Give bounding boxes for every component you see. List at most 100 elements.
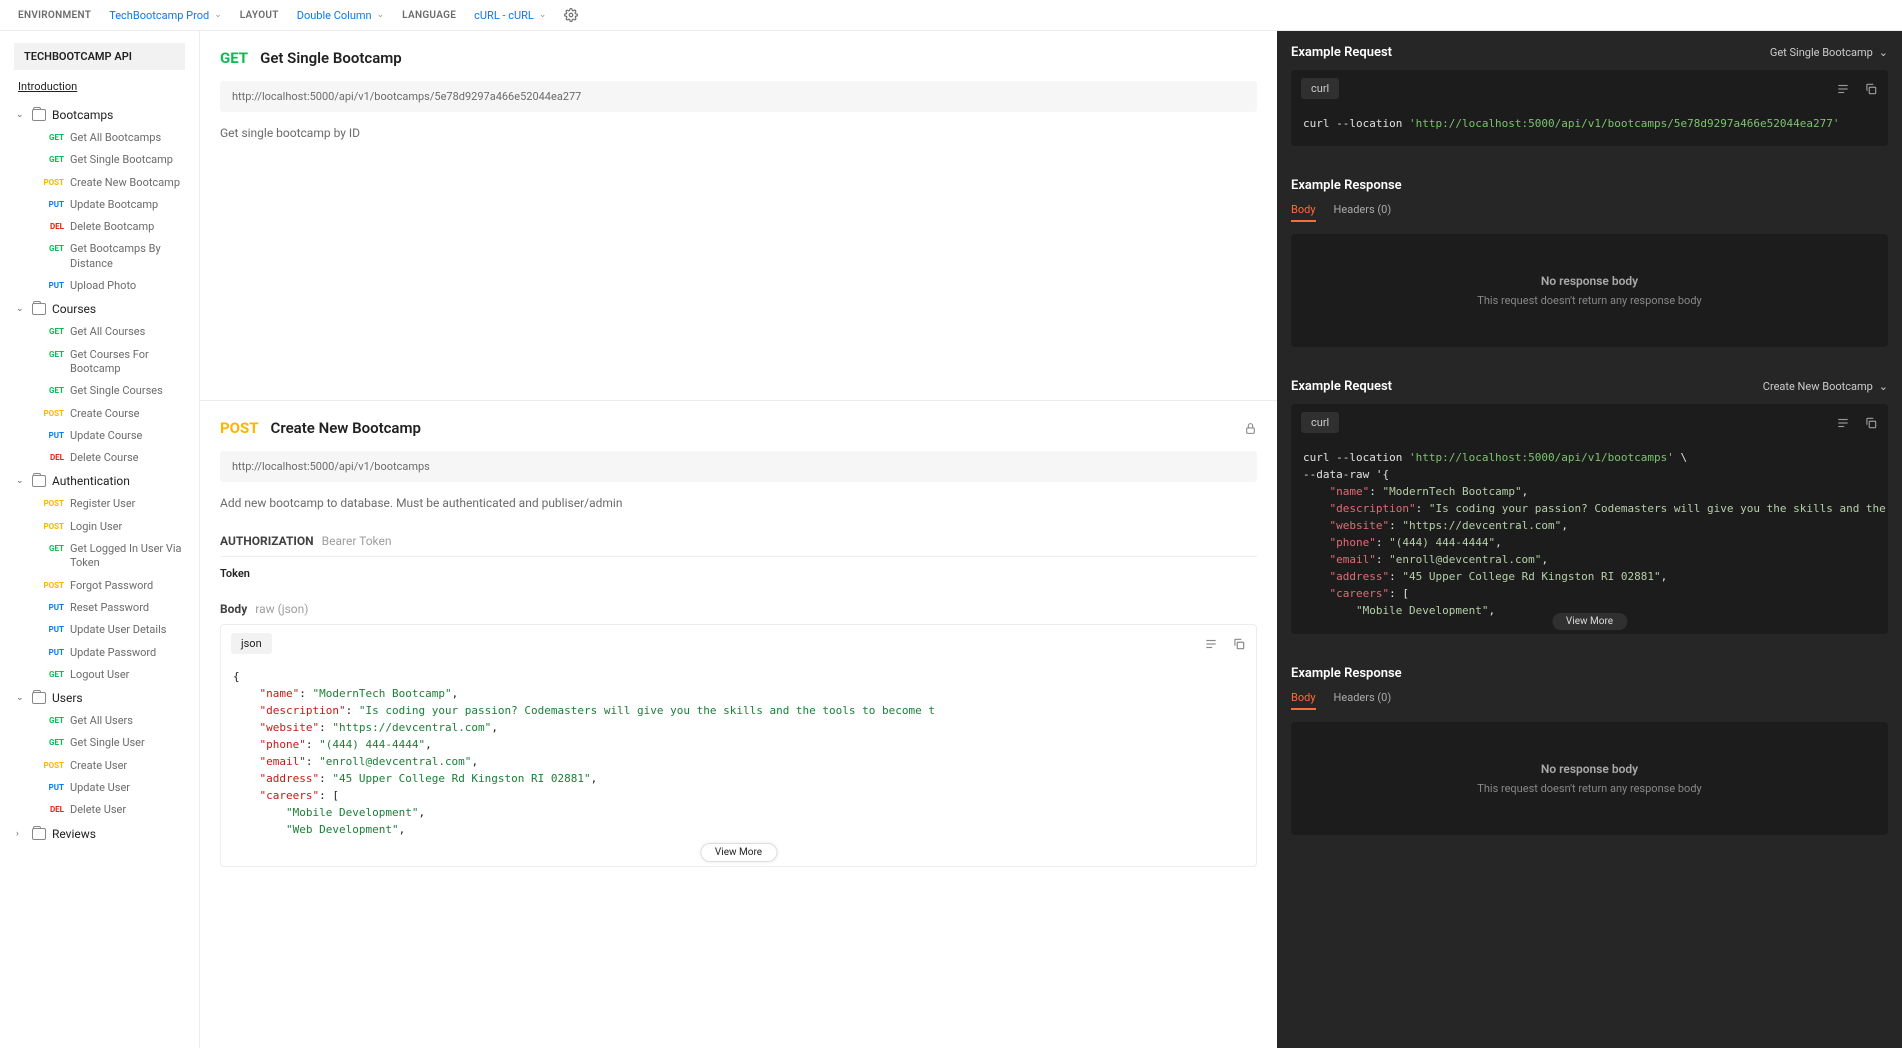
code-box: curl curl --location 'http://localhost:5…: [1291, 404, 1888, 633]
request-update-bootcamp[interactable]: PUTUpdate Bootcamp: [0, 194, 199, 216]
example-request-2: Example Request Create New Bootcamp ⌄ cu…: [1277, 365, 1902, 651]
view-more-button[interactable]: View More: [700, 843, 777, 862]
copy-icon[interactable]: [1232, 637, 1246, 651]
request-name: Update User: [70, 781, 130, 795]
wrap-icon[interactable]: [1836, 82, 1850, 96]
introduction-link[interactable]: Introduction: [18, 80, 181, 93]
request-delete-bootcamp[interactable]: DELDelete Bootcamp: [0, 216, 199, 238]
request-name: Update Course: [70, 429, 142, 443]
body-tab[interactable]: Body: [1291, 203, 1316, 222]
method-badge: POST: [38, 759, 64, 770]
example-selector[interactable]: Get Single Bootcamp ⌄: [1770, 46, 1888, 59]
folder-label: Bootcamps: [52, 108, 113, 122]
request-get-all-courses[interactable]: GETGet All Courses: [0, 321, 199, 343]
folder-icon: [32, 109, 46, 121]
request-get-bootcamps-by-distance[interactable]: GET Get Bootcamps By Distance: [0, 238, 199, 275]
wrap-icon[interactable]: [1836, 416, 1850, 430]
method-badge: POST: [38, 407, 64, 418]
method-badge: POST: [38, 497, 64, 508]
example-request-label: Example Request: [1291, 45, 1392, 60]
copy-icon[interactable]: [1864, 416, 1878, 430]
request-reset-password[interactable]: PUTReset Password: [0, 597, 199, 619]
chevron-down-icon: ⌄: [1879, 46, 1888, 59]
json-code: { "name": "ModernTech Bootcamp", "descri…: [221, 662, 1256, 866]
request-name: Get Single Courses: [70, 384, 163, 398]
chevron-icon: ⌄: [16, 110, 26, 120]
request-update-user[interactable]: PUT Update User: [0, 777, 199, 799]
language-label: LANGUAGE: [402, 10, 456, 21]
request-name: Get Bootcamps By Distance: [70, 242, 191, 271]
headers-tab[interactable]: Headers (0): [1334, 691, 1392, 710]
code-box: curl curl --location 'http://localhost:5…: [1291, 70, 1888, 146]
method-badge: PUT: [38, 781, 64, 792]
request-get-all-bootcamps[interactable]: GETGet All Bootcamps: [0, 127, 199, 149]
request-delete-user[interactable]: DELDelete User: [0, 799, 199, 821]
api-title: TECHBOOTCAMP API: [14, 43, 185, 70]
request-name: Delete Bootcamp: [70, 220, 154, 234]
request-delete-course[interactable]: DELDelete Course: [0, 447, 199, 469]
method-badge: DEL: [38, 803, 64, 814]
request-create-course[interactable]: POSTCreate Course: [0, 403, 199, 425]
method-badge: GET: [38, 542, 64, 553]
layout-selector[interactable]: Double Column ⌄: [297, 9, 384, 22]
doc-column: GET Get Single Bootcamp http://localhost…: [200, 31, 1277, 1048]
method-badge: GET: [38, 384, 64, 395]
gear-icon[interactable]: [564, 8, 578, 22]
request-register-user[interactable]: POSTRegister User: [0, 493, 199, 515]
copy-icon[interactable]: [1864, 82, 1878, 96]
folder-courses[interactable]: ⌄Courses: [0, 297, 199, 321]
method-badge: PUT: [38, 601, 64, 612]
body-tab[interactable]: Body: [1291, 691, 1316, 710]
request-upload-photo[interactable]: PUT Upload Photo: [0, 275, 199, 297]
json-tab[interactable]: json: [231, 633, 272, 654]
language-selector[interactable]: cURL - cURL ⌄: [474, 9, 546, 22]
folder-users[interactable]: ⌄Users: [0, 686, 199, 710]
request-get-single-bootcamp[interactable]: GETGet Single Bootcamp: [0, 149, 199, 171]
request-create-new-bootcamp[interactable]: POSTCreate New Bootcamp: [0, 172, 199, 194]
request-name: Get All Bootcamps: [70, 131, 161, 145]
request-update-course[interactable]: PUT Update Course: [0, 425, 199, 447]
response-tabs: Body Headers (0): [1291, 691, 1888, 710]
chevron-down-icon: ⌄: [214, 10, 222, 20]
chevron-down-icon: ⌄: [1879, 380, 1888, 393]
code-column: Example Request Get Single Bootcamp ⌄ cu…: [1277, 31, 1902, 1048]
method-badge: PUT: [38, 429, 64, 440]
chevron-down-icon: ⌄: [377, 10, 385, 20]
wrap-icon[interactable]: [1204, 637, 1218, 651]
request-login-user[interactable]: POSTLogin User: [0, 516, 199, 538]
folder-label: Authentication: [52, 474, 130, 488]
method-badge: PUT: [38, 279, 64, 290]
folder-authentication[interactable]: ⌄Authentication: [0, 469, 199, 493]
request-get-single-user[interactable]: GETGet Single User: [0, 732, 199, 754]
request-name: Upload Photo: [70, 279, 136, 293]
request-update-user-details[interactable]: PUTUpdate User Details: [0, 619, 199, 641]
topbar: ENVIRONMENT TechBootcamp Prod ⌄ LAYOUT D…: [0, 0, 1902, 31]
example-selector[interactable]: Create New Bootcamp ⌄: [1763, 380, 1888, 393]
view-more-button[interactable]: View More: [1552, 613, 1627, 630]
request-update-password[interactable]: PUTUpdate Password: [0, 642, 199, 664]
chevron-down-icon: ⌄: [539, 10, 547, 20]
request-logout-user[interactable]: GETLogout User: [0, 664, 199, 686]
request-get-all-users[interactable]: GETGet All Users: [0, 710, 199, 732]
request-create-user[interactable]: POST Create User: [0, 755, 199, 777]
curl-tab[interactable]: curl: [1301, 78, 1339, 99]
method-badge: PUT: [38, 198, 64, 209]
request-forgot-password[interactable]: POSTForgot Password: [0, 575, 199, 597]
folder-label: Courses: [52, 302, 96, 316]
folder-bootcamps[interactable]: ⌄ Bootcamps: [0, 103, 199, 127]
request-get-courses-for-bootcamp[interactable]: GETGet Courses For Bootcamp: [0, 344, 199, 381]
request-get-logged-in-user-via-token[interactable]: GETGet Logged In User Via Token: [0, 538, 199, 575]
chevron-icon: ›: [16, 829, 26, 839]
curl-tab[interactable]: curl: [1301, 412, 1339, 433]
method-badge: GET: [38, 242, 64, 253]
request-name: Create New Bootcamp: [70, 176, 180, 190]
body-header-row: Body raw (json): [220, 594, 1257, 624]
env-selector[interactable]: TechBootcamp Prod ⌄: [109, 9, 222, 22]
auth-header-row: AUTHORIZATION Bearer Token: [220, 524, 1257, 557]
folder-reviews[interactable]: ›Reviews: [0, 822, 199, 846]
headers-tab[interactable]: Headers (0): [1334, 203, 1392, 222]
folder-icon: [32, 475, 46, 487]
folder-icon: [32, 303, 46, 315]
request-get-single-courses[interactable]: GET Get Single Courses: [0, 380, 199, 402]
request-name: Create User: [70, 759, 127, 773]
